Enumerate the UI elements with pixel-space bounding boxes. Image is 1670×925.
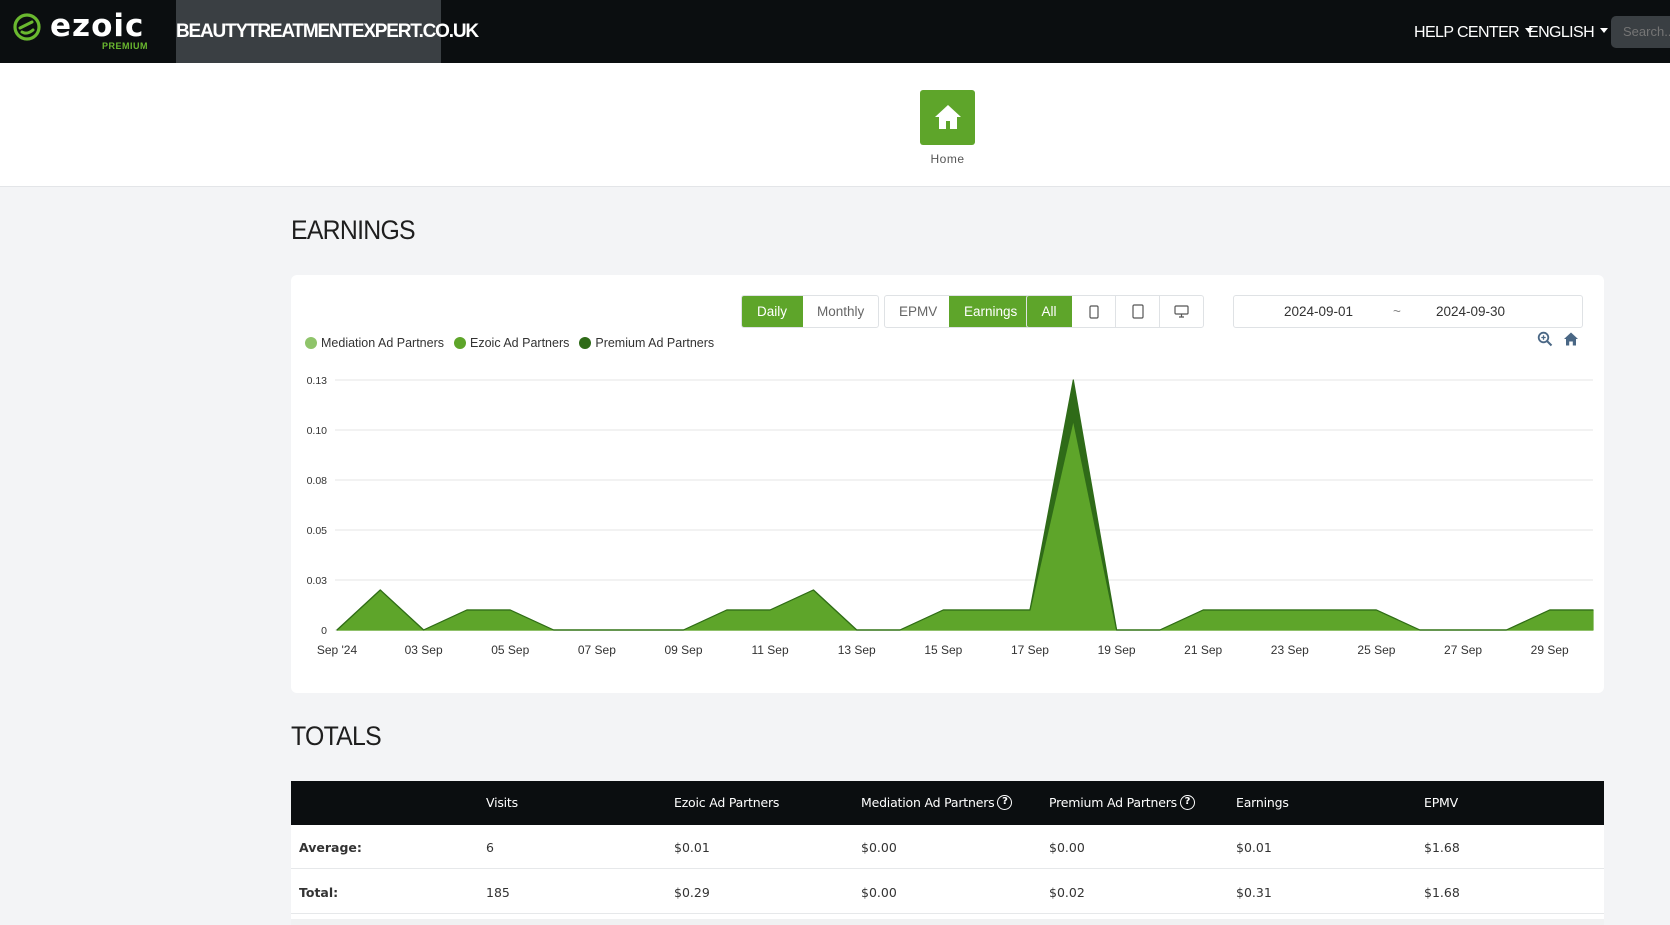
x-tick-label: 03 Sep bbox=[405, 643, 443, 657]
x-tick-label: 19 Sep bbox=[1098, 643, 1136, 657]
home-label: Home bbox=[930, 152, 965, 166]
table-row-total: Total: 185 $0.29 $0.00 $0.02 $0.31 $1.68 bbox=[291, 870, 1604, 914]
earnings-heading: EARNINGS bbox=[291, 215, 416, 245]
language-menu[interactable]: ENGLISH bbox=[1528, 0, 1609, 63]
cell-mediation-ad-partners: $0.00 bbox=[861, 885, 897, 900]
row-label: Average: bbox=[299, 840, 362, 855]
help-icon[interactable]: ? bbox=[997, 795, 1013, 810]
y-tick-label: 0.05 bbox=[307, 525, 328, 537]
x-tick-label: 09 Sep bbox=[664, 643, 702, 657]
series-area-ezoic-ad-partners bbox=[336, 419, 1594, 631]
x-tick-label: 21 Sep bbox=[1184, 643, 1222, 657]
column-header-premium-ad-partners: Premium Ad Partners? bbox=[1049, 781, 1195, 825]
y-tick-label: 0 bbox=[321, 625, 327, 637]
y-tick-label: 0.10 bbox=[307, 425, 328, 437]
x-tick-label: 13 Sep bbox=[838, 643, 876, 657]
cell-ezoic-ad-partners: $0.29 bbox=[674, 885, 710, 900]
column-header-earnings: Earnings bbox=[1236, 795, 1289, 810]
earnings-area-chart: 0 0.03 0.05 0.08 0.10 0.13 Sep '24 03 Sep 05 Sep… bbox=[307, 375, 1594, 657]
cell-earnings: $0.31 bbox=[1236, 885, 1272, 900]
x-tick-label: 27 Sep bbox=[1444, 643, 1482, 657]
ezoic-logo[interactable]: ezoic PREMIUM bbox=[12, 8, 172, 54]
series-area-premium-ad-partners bbox=[336, 379, 1594, 631]
earnings-chart-card: Daily Monthly EPMV Earnings All 2024-09-… bbox=[291, 275, 1604, 693]
totals-table: Visits Ezoic Ad Partners Mediation Ad Pa… bbox=[291, 781, 1604, 925]
help-center-label: HELP CENTER bbox=[1414, 24, 1520, 41]
cell-visits: 6 bbox=[486, 840, 494, 855]
site-selector-tab[interactable]: BEAUTYTREATMENTEXPERT.CO.UK bbox=[176, 0, 479, 63]
y-tick-label: 0.08 bbox=[307, 475, 328, 487]
x-tick-label: 07 Sep bbox=[578, 643, 616, 657]
home-button[interactable] bbox=[920, 90, 975, 145]
column-header-visits: Visits bbox=[486, 795, 518, 810]
cell-ezoic-ad-partners: $0.01 bbox=[674, 840, 710, 855]
table-row-average: Average: 6 $0.01 $0.00 $0.00 $0.01 $1.68 bbox=[291, 825, 1604, 869]
cell-premium-ad-partners: $0.02 bbox=[1049, 885, 1085, 900]
y-tick-label: 0.03 bbox=[307, 575, 328, 587]
help-icon[interactable]: ? bbox=[1179, 795, 1195, 810]
totals-heading: TOTALS bbox=[291, 721, 382, 751]
logo-text: ezoic bbox=[50, 8, 145, 44]
column-header-epmv: EPMV bbox=[1424, 795, 1458, 810]
chevron-down-icon bbox=[1600, 28, 1609, 34]
column-header-mediation-ad-partners: Mediation Ad Partners? bbox=[861, 781, 1013, 825]
column-header-label: Premium Ad Partners bbox=[1049, 795, 1177, 810]
home-icon bbox=[935, 105, 961, 129]
x-tick-label: 29 Sep bbox=[1531, 643, 1569, 657]
help-center-menu[interactable]: HELP CENTER bbox=[1414, 0, 1534, 63]
row-label: Total: bbox=[299, 885, 339, 900]
cell-visits: 185 bbox=[486, 885, 510, 900]
home-shortcut-strip: Home bbox=[0, 63, 1670, 187]
ezoic-logo-icon bbox=[13, 13, 41, 41]
x-tick-label: Sep '24 bbox=[317, 643, 358, 657]
language-label: ENGLISH bbox=[1528, 24, 1595, 41]
x-tick-label: 11 Sep bbox=[752, 643, 789, 657]
x-tick-label: 23 Sep bbox=[1271, 643, 1309, 657]
search-input[interactable] bbox=[1611, 16, 1670, 48]
column-header-ezoic-ad-partners: Ezoic Ad Partners bbox=[674, 795, 780, 810]
y-tick-label: 0.13 bbox=[307, 375, 328, 387]
x-tick-label: 25 Sep bbox=[1357, 643, 1395, 657]
cell-mediation-ad-partners: $0.00 bbox=[861, 840, 897, 855]
cell-epmv: $1.68 bbox=[1424, 840, 1460, 855]
x-tick-label: 05 Sep bbox=[491, 643, 529, 657]
cell-epmv: $1.68 bbox=[1424, 885, 1460, 900]
top-navigation-bar: ezoic PREMIUM BEAUTYTREATMENTEXPERT.CO.U… bbox=[0, 0, 1670, 63]
column-header-label: Mediation Ad Partners bbox=[861, 795, 995, 810]
logo-subtitle: PREMIUM bbox=[102, 41, 148, 51]
table-header: Visits Ezoic Ad Partners Mediation Ad Pa… bbox=[291, 781, 1604, 825]
cell-premium-ad-partners: $0.00 bbox=[1049, 840, 1085, 855]
cell-earnings: $0.01 bbox=[1236, 840, 1272, 855]
x-tick-label: 15 Sep bbox=[924, 643, 962, 657]
x-tick-label: 17 Sep bbox=[1011, 643, 1049, 657]
horizontal-scrollbar[interactable] bbox=[291, 919, 1604, 925]
